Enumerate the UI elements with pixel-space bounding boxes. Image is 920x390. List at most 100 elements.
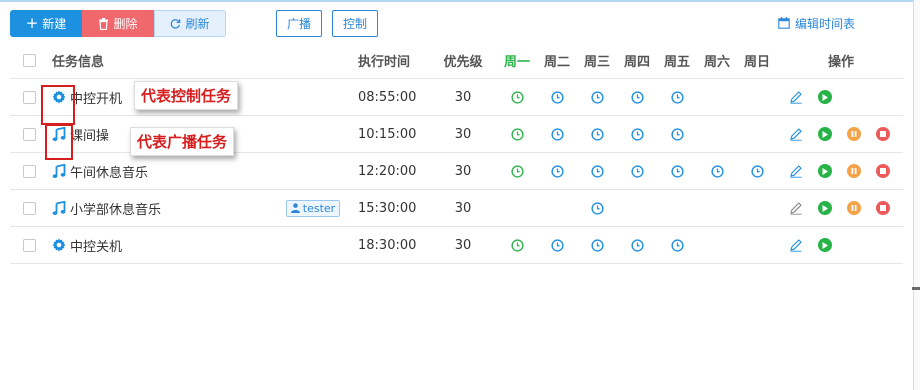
edit-pencil-icon[interactable] (788, 89, 804, 105)
day-fri-cell (657, 153, 697, 189)
exec-time: 10:15:00 (358, 126, 417, 142)
play-icon (818, 238, 832, 252)
delete-button-label: 删除 (113, 17, 138, 31)
row-checkbox[interactable] (23, 238, 36, 252)
control-filter-label: 控制 (342, 17, 367, 31)
header-day-sun: 周日 (743, 55, 770, 70)
clock-icon (550, 127, 564, 141)
control-filter-button[interactable]: 控制 (332, 10, 378, 37)
play-button[interactable] (817, 126, 833, 142)
clock-icon (510, 238, 524, 252)
broadcast-filter-button[interactable]: 广播 (276, 10, 322, 37)
pause-button[interactable] (846, 200, 862, 216)
day-thu-cell (617, 153, 657, 189)
priority-value: 30 (454, 200, 472, 216)
task-name: 中控关机 (70, 239, 123, 255)
edit-pencil-icon[interactable] (788, 200, 804, 216)
clock-icon (710, 164, 724, 178)
day-fri-cell (657, 116, 697, 152)
edit-pencil-icon[interactable] (788, 126, 804, 142)
exec-time: 18:30:00 (358, 237, 417, 253)
header-priority: 优先级 (443, 55, 483, 70)
scrollbar-thumb[interactable] (912, 287, 920, 290)
select-all-checkbox[interactable] (23, 54, 36, 67)
broadcast-filter-label: 广播 (286, 17, 311, 31)
task-name: 小学部休息音乐 (70, 202, 162, 218)
header-exec-time: 执行时间 (358, 55, 411, 70)
play-icon (818, 127, 832, 141)
scrollbar-track[interactable] (913, 0, 920, 390)
pause-icon (847, 201, 861, 215)
play-button[interactable] (817, 237, 833, 253)
priority-value: 30 (454, 163, 472, 179)
play-button[interactable] (817, 163, 833, 179)
clock-icon (590, 201, 604, 215)
stop-button[interactable] (875, 163, 891, 179)
action-toolbar: + 新建 删除 刷新 (10, 10, 226, 37)
row-checkbox[interactable] (23, 201, 36, 215)
play-button[interactable] (817, 200, 833, 216)
new-button[interactable]: + 新建 (10, 10, 82, 37)
priority-value: 30 (454, 126, 472, 142)
row-check-cell (23, 153, 39, 189)
control-icon-highlight (41, 85, 75, 125)
header-day-tue: 周二 (543, 55, 570, 70)
header-ops: 操作 (827, 55, 854, 70)
delete-button[interactable]: 删除 (82, 10, 154, 37)
table-row[interactable]: 小学部休息音乐 tester 15:30:00 30 (10, 190, 903, 227)
row-check-cell (23, 227, 39, 263)
clock-icon (550, 164, 564, 178)
priority-value: 30 (454, 237, 472, 253)
broadcast-task-callout: 代表广播任务 (130, 127, 235, 156)
day-fri-cell (657, 79, 697, 115)
clock-icon (630, 127, 644, 141)
day-sat-cell (697, 153, 737, 189)
clock-icon (670, 127, 684, 141)
clock-icon (630, 90, 644, 104)
play-icon (818, 164, 832, 178)
calendar-icon (778, 17, 790, 29)
edit-pencil-icon[interactable] (788, 163, 804, 179)
task-name: 课间操 (70, 128, 110, 144)
header-day-mon: 周一 (503, 55, 530, 70)
day-wed-cell (577, 153, 617, 189)
play-button[interactable] (817, 89, 833, 105)
row-checkbox[interactable] (23, 90, 36, 104)
row-checkbox[interactable] (23, 164, 36, 178)
row-check-cell (23, 116, 39, 152)
stop-icon (876, 201, 890, 215)
clock-icon (550, 90, 564, 104)
gear-icon (52, 238, 66, 252)
refresh-button[interactable]: 刷新 (154, 10, 226, 37)
clock-icon (590, 90, 604, 104)
control-task-callout: 代表控制任务 (134, 81, 239, 110)
clock-icon (590, 127, 604, 141)
exec-time: 08:55:00 (358, 89, 417, 105)
ops-cell (778, 227, 903, 263)
clock-icon (670, 238, 684, 252)
ops-cell (778, 116, 903, 152)
edit-schedule-link[interactable]: 编辑时间表 (778, 13, 855, 33)
task-name: 中控开机 (70, 91, 123, 107)
edit-pencil-icon[interactable] (788, 237, 804, 253)
table-row[interactable]: 午间休息音乐 12:20:00 30 (10, 153, 903, 190)
header-day-thu: 周四 (623, 55, 650, 70)
stop-button[interactable] (875, 200, 891, 216)
broadcast-icon-highlight (45, 124, 73, 160)
refresh-button-label: 刷新 (185, 17, 210, 31)
clock-icon (590, 238, 604, 252)
ops-cell (778, 79, 903, 115)
pause-button[interactable] (846, 163, 862, 179)
row-checkbox[interactable] (23, 127, 36, 141)
day-sun-cell (737, 153, 777, 189)
day-mon-cell (497, 116, 537, 152)
day-wed-cell (577, 79, 617, 115)
header-day-fri: 周五 (663, 55, 690, 70)
stop-button[interactable] (875, 126, 891, 142)
table-row[interactable]: 中控关机 18:30:00 30 (10, 227, 903, 264)
owner-tag-label: tester (302, 201, 336, 215)
row-check-cell (23, 190, 39, 226)
clock-icon (590, 164, 604, 178)
pause-button[interactable] (846, 126, 862, 142)
ops-cell (778, 190, 903, 226)
